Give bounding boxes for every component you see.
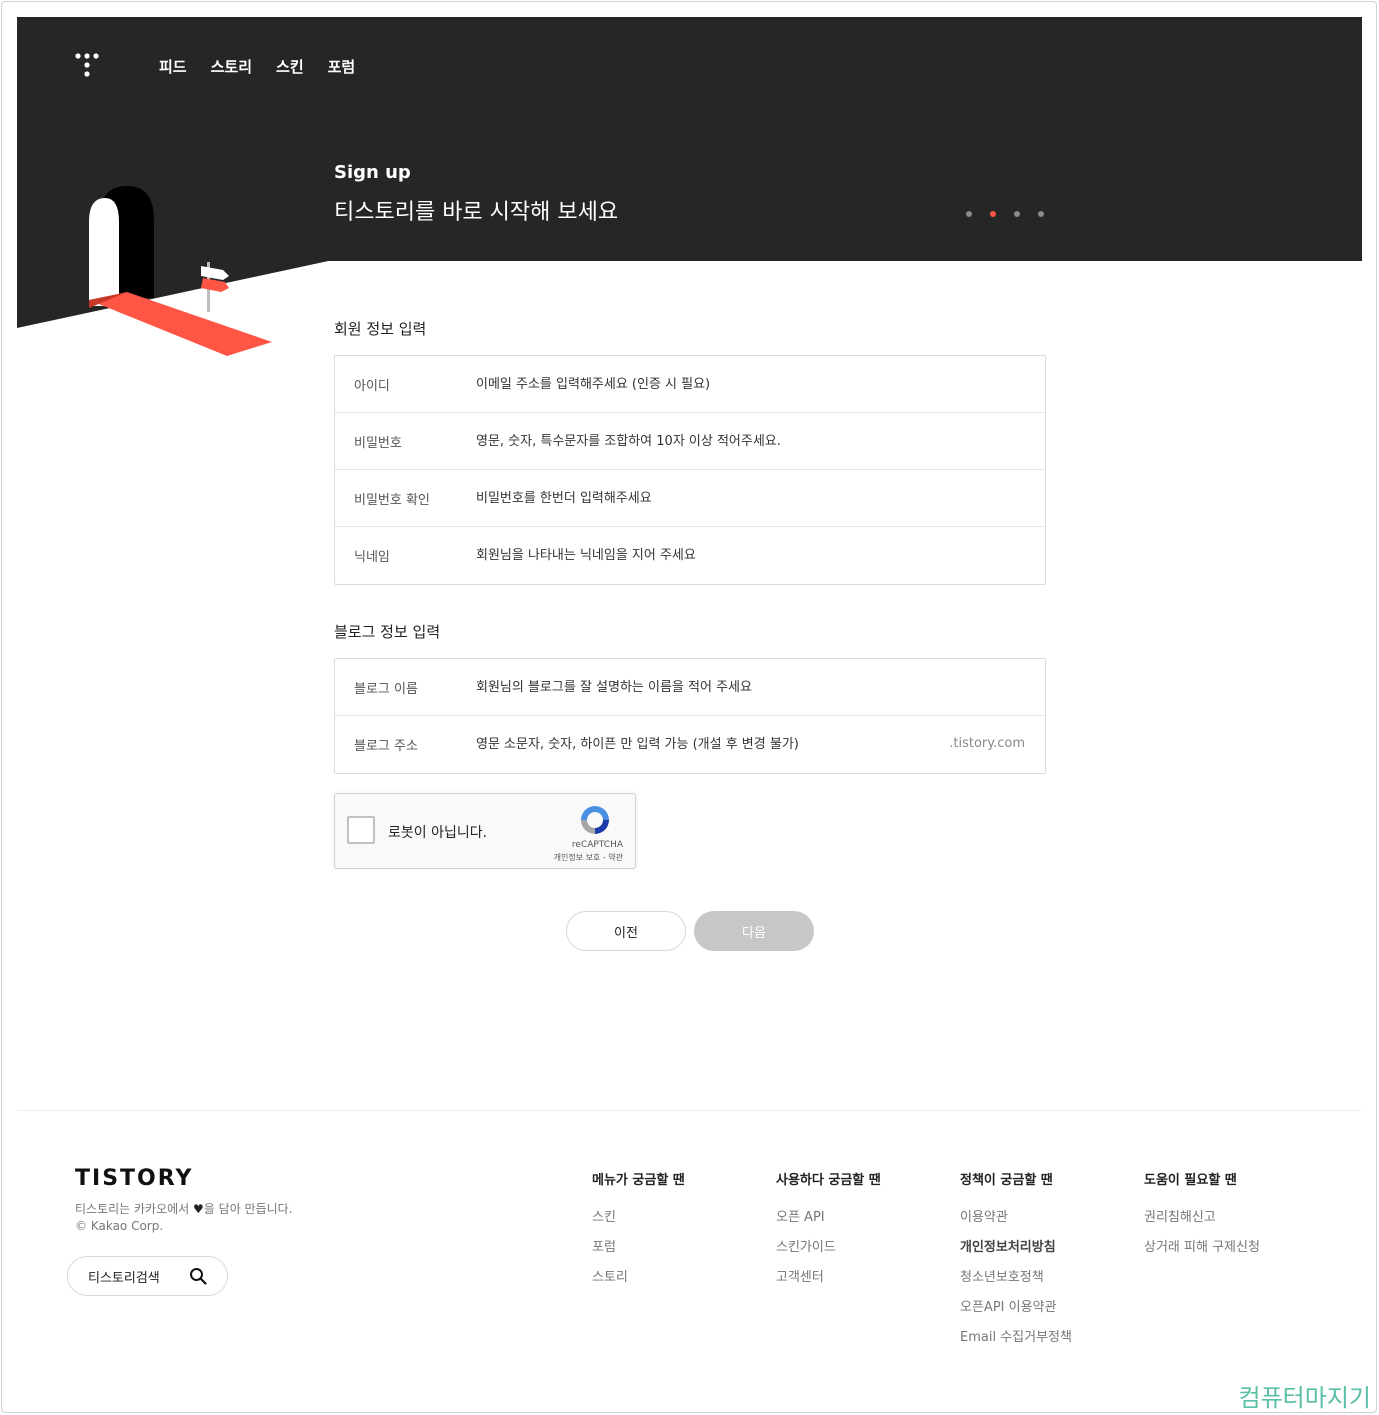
nav-item-story[interactable]: 스토리 — [211, 56, 252, 77]
blog-address-label: 블로그 주소 — [354, 739, 418, 754]
step-dot-4[interactable] — [1038, 211, 1044, 217]
main-nav: 피드 스토리 스킨 포럼 — [159, 56, 355, 77]
footer-link-skin-guide[interactable]: 스킨가이드 — [776, 1236, 881, 1266]
hero-kicker: Sign up — [334, 162, 411, 183]
footer-link-support[interactable]: 고객센터 — [776, 1266, 881, 1296]
password-confirm-row: 비밀번호 확인 — [335, 470, 1045, 527]
footer-desc-after: 을 담아 만듭니다. — [203, 1202, 293, 1216]
footer-link-open-api[interactable]: 오픈 API — [776, 1206, 881, 1236]
recaptcha-logo-icon — [581, 806, 609, 834]
member-section-title: 회원 정보 입력 — [334, 320, 427, 338]
footer-link-youth-policy[interactable]: 청소년보호정책 — [960, 1266, 1072, 1296]
footer-logo[interactable]: TISTORY — [75, 1166, 193, 1191]
blog-name-label: 블로그 이름 — [354, 681, 418, 697]
footer-column-policy: 정책이 궁금할 땐 이용약관 개인정보처리방침 청소년보호정책 오픈API 이용… — [960, 1169, 1072, 1356]
nickname-row: 닉네임 — [335, 527, 1045, 584]
blog-name-input[interactable] — [476, 659, 1045, 715]
step-dot-3[interactable] — [1014, 211, 1020, 217]
nav-item-skin[interactable]: 스킨 — [276, 56, 304, 77]
blog-domain-suffix: .tistory.com — [949, 736, 1025, 751]
footer-link-skin[interactable]: 스킨 — [592, 1206, 685, 1236]
footer-link-forum[interactable]: 포럼 — [592, 1236, 685, 1266]
step-indicator — [966, 211, 1044, 217]
nickname-input[interactable] — [476, 527, 1045, 584]
recaptcha-brand: reCAPTCHA — [571, 840, 623, 850]
password-confirm-label: 비밀번호 확인 — [354, 492, 430, 508]
recaptcha-widget: 로봇이 아닙니다. reCAPTCHA 개인정보 보호 - 약관 — [334, 793, 636, 869]
footer-search-button[interactable]: 티스토리검색 — [67, 1256, 228, 1296]
footer-desc-before: 티스토리는 카카오에서 — [75, 1202, 194, 1216]
door-illustration — [89, 186, 272, 356]
nickname-label: 닉네임 — [354, 550, 390, 565]
footer-divider — [17, 1110, 1362, 1111]
footer-link-terms[interactable]: 이용약관 — [960, 1206, 1072, 1236]
watermark: 컴퓨터마지기 — [1238, 1384, 1371, 1412]
password-input[interactable] — [476, 413, 1045, 469]
recaptcha-label: 로봇이 아닙니다. — [388, 825, 488, 841]
footer-search-label: 티스토리검색 — [88, 1270, 160, 1286]
footer-link-commerce-relief[interactable]: 상거래 피해 구제신청 — [1144, 1236, 1260, 1266]
blog-form: 블로그 이름 블로그 주소 .tistory.com — [334, 658, 1046, 774]
step-dot-1[interactable] — [966, 211, 972, 217]
tistory-logo-icon[interactable] — [74, 52, 102, 80]
blog-address-row: 블로그 주소 .tistory.com — [335, 716, 1045, 773]
id-row: 아이디 — [335, 356, 1045, 413]
member-form: 아이디 비밀번호 비밀번호 확인 닉네임 — [334, 355, 1046, 585]
footer-column-title: 사용하다 궁금할 땐 — [776, 1173, 881, 1188]
prev-button[interactable]: 이전 — [566, 911, 686, 951]
footer-column-title: 메뉴가 궁금할 땐 — [592, 1173, 685, 1188]
footer-link-api-terms[interactable]: 오픈API 이용약관 — [960, 1296, 1072, 1326]
next-button[interactable]: 다음 — [694, 911, 814, 951]
footer-link-email-policy[interactable]: Email 수집거부정책 — [960, 1326, 1072, 1356]
password-confirm-input[interactable] — [476, 470, 1045, 526]
heart-icon: ♥ — [193, 1202, 204, 1216]
nav-item-feed[interactable]: 피드 — [159, 56, 187, 77]
footer-description: 티스토리는 카카오에서 ♥을 담아 만듭니다. — [75, 1200, 293, 1217]
footer-column-usage: 사용하다 궁금할 땐 오픈 API 스킨가이드 고객센터 — [776, 1169, 881, 1296]
footer-link-story[interactable]: 스토리 — [592, 1266, 685, 1296]
password-label: 비밀번호 — [354, 435, 402, 451]
footer-link-rights-report[interactable]: 권리침해신고 — [1144, 1206, 1260, 1236]
footer-column-help: 도움이 필요할 땐 권리침해신고 상거래 피해 구제신청 — [1144, 1169, 1260, 1266]
recaptcha-checkbox[interactable] — [347, 816, 375, 844]
nav-item-forum[interactable]: 포럼 — [328, 56, 356, 77]
footer-column-menu: 메뉴가 궁금할 땐 스킨 포럼 스토리 — [592, 1169, 685, 1296]
password-row: 비밀번호 — [335, 413, 1045, 470]
footer-column-title: 정책이 궁금할 땐 — [960, 1173, 1053, 1188]
footer-copyright: © Kakao Corp. — [75, 1219, 164, 1233]
id-input[interactable] — [476, 356, 1045, 412]
footer-link-privacy[interactable]: 개인정보처리방침 — [960, 1236, 1072, 1266]
page-title: 티스토리를 바로 시작해 보세요 — [334, 200, 619, 225]
blog-name-row: 블로그 이름 — [335, 659, 1045, 716]
footer-column-title: 도움이 필요할 땐 — [1144, 1173, 1237, 1188]
step-dot-2[interactable] — [990, 211, 996, 217]
recaptcha-links[interactable]: 개인정보 보호 - 약관 — [515, 852, 623, 863]
id-label: 아이디 — [354, 378, 390, 394]
search-icon — [190, 1268, 207, 1285]
blog-section-title: 블로그 정보 입력 — [334, 623, 441, 641]
